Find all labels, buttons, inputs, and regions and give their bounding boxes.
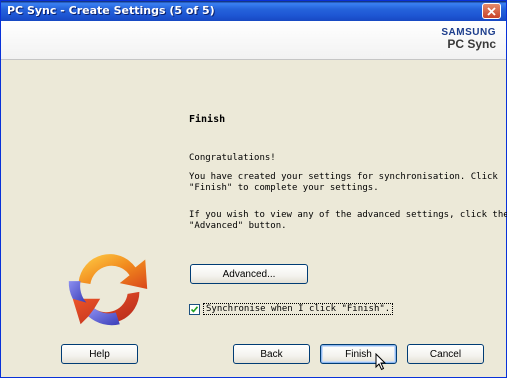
close-button[interactable]: [482, 3, 501, 19]
page-heading: Finish: [189, 114, 226, 125]
sync-on-finish-label[interactable]: Synchronise when I click "Finish".: [203, 303, 394, 315]
mouse-pointer-icon: [375, 353, 387, 371]
brand-product: PC Sync: [447, 37, 496, 51]
cancel-button[interactable]: Cancel: [407, 344, 484, 364]
sync-arrows-logo: [68, 254, 148, 326]
help-button[interactable]: Help: [61, 344, 138, 364]
brand-logo: SAMSUNG PC Sync: [441, 27, 496, 51]
instruction-line-2: "Finish" to complete your settings.: [189, 183, 379, 193]
window-title: PC Sync - Create Settings (5 of 5): [7, 4, 215, 17]
checkmark-icon: [190, 306, 199, 313]
wizard-content: Finish Congratulations! You have created…: [1, 60, 507, 377]
dialog-window: PC Sync - Create Settings (5 of 5) SAMSU…: [0, 0, 507, 378]
header-banner: SAMSUNG PC Sync: [1, 21, 506, 60]
close-icon: [487, 6, 496, 16]
advanced-hint-line-2: "Advanced" button.: [189, 221, 287, 231]
sync-on-finish-checkbox[interactable]: [189, 304, 200, 315]
advanced-button[interactable]: Advanced...: [190, 264, 308, 284]
congrats-text: Congratulations!: [189, 153, 276, 163]
back-button[interactable]: Back: [233, 344, 310, 364]
title-bar[interactable]: PC Sync - Create Settings (5 of 5): [1, 1, 506, 21]
